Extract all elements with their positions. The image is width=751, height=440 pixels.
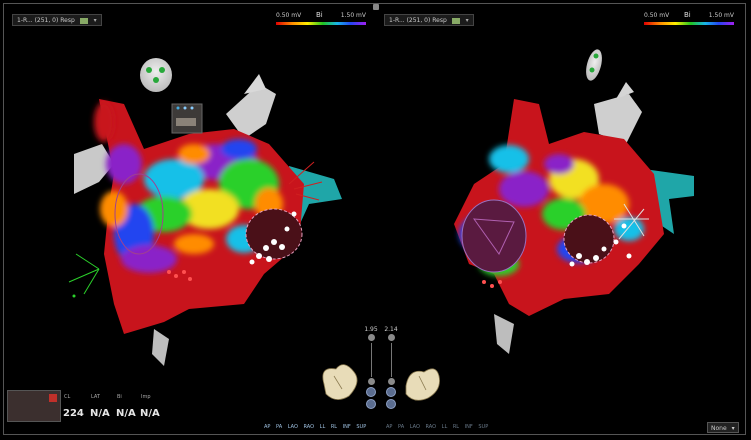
view-lao-button[interactable]: LAO	[288, 424, 298, 430]
map-toggle-button[interactable]	[386, 387, 396, 397]
right-anatomy-map[interactable]	[454, 82, 694, 354]
metric-value-bi: N/A	[116, 408, 136, 419]
view-ap-button[interactable]: AP	[264, 424, 270, 430]
chevron-down-icon: ▾	[731, 425, 735, 432]
metric-value-lat: N/A	[90, 408, 110, 419]
slider-knob[interactable]	[367, 334, 375, 341]
view-ll-button[interactable]: LL	[320, 424, 326, 430]
catheter-projection	[68, 253, 100, 295]
system-logo	[7, 390, 61, 422]
left-view-buttons: AP PA LAO RAO LL RL INF SUP	[264, 424, 370, 430]
slider-knob[interactable]	[387, 334, 395, 341]
valve-ring	[245, 208, 303, 260]
view-sup-button[interactable]: SUP	[356, 424, 366, 430]
view-rl-button[interactable]: RL	[331, 424, 337, 430]
catheter-tip	[72, 294, 76, 298]
view-ap-button[interactable]: AP	[386, 424, 392, 430]
view-inf-button[interactable]: INF	[343, 424, 351, 430]
slider-value: 1.95	[364, 326, 378, 333]
heart-orientation-right-icon[interactable]	[405, 368, 440, 401]
metric-value-imp: N/A	[140, 408, 160, 419]
view-pa-button[interactable]: PA	[276, 424, 282, 430]
view-ll-button[interactable]: LL	[442, 424, 448, 430]
view-pa-button[interactable]: PA	[398, 424, 404, 430]
view-rao-button[interactable]: RAO	[304, 424, 315, 430]
metric-label-cl: CL	[64, 394, 71, 400]
vessel-shape	[152, 329, 169, 366]
left-threshold-slider[interactable]: 1.95	[364, 326, 378, 411]
right-view-buttons: AP PA LAO RAO LL RL INF SUP	[386, 424, 492, 430]
valve-ring	[563, 214, 615, 264]
right-threshold-slider[interactable]: 2.14	[384, 326, 398, 411]
metric-value-cl: 224	[63, 408, 84, 419]
viewer-frame: 1-R... (251, 0) Resp ▾ 1-R... (251, 0) R…	[3, 3, 746, 435]
view-rao-button[interactable]: RAO	[426, 424, 437, 430]
catheter-thumbnail-widget[interactable]	[171, 103, 203, 134]
heart-orientation-left-icon[interactable]	[322, 364, 358, 400]
view-rl-button[interactable]: RL	[453, 424, 459, 430]
map-settings-button[interactable]	[366, 399, 376, 409]
logo-mark-icon	[49, 394, 57, 402]
orientation-head-icon[interactable]	[583, 48, 605, 83]
view-inf-button[interactable]: INF	[465, 424, 473, 430]
vessel-shape	[494, 314, 514, 354]
slider-knob[interactable]	[367, 378, 375, 385]
orientation-head-icon[interactable]	[140, 58, 172, 92]
slider-value: 2.14	[384, 326, 398, 333]
map-toggle-button[interactable]	[366, 387, 376, 397]
left-anatomy-map[interactable]	[68, 74, 342, 366]
none-dropdown[interactable]: None ▾	[707, 422, 739, 433]
view-sup-button[interactable]: SUP	[478, 424, 488, 430]
map-settings-button[interactable]	[386, 399, 396, 409]
view-lao-button[interactable]: LAO	[410, 424, 420, 430]
slider-knob[interactable]	[387, 378, 395, 385]
valve-ring	[461, 199, 527, 273]
slider-track[interactable]	[370, 343, 372, 377]
metric-label-bi: Bi	[117, 394, 122, 400]
none-dropdown-label: None	[711, 425, 727, 432]
metric-label-lat: LAT	[91, 394, 100, 400]
slider-track[interactable]	[390, 343, 392, 377]
metric-label-imp: Imp	[141, 394, 151, 400]
